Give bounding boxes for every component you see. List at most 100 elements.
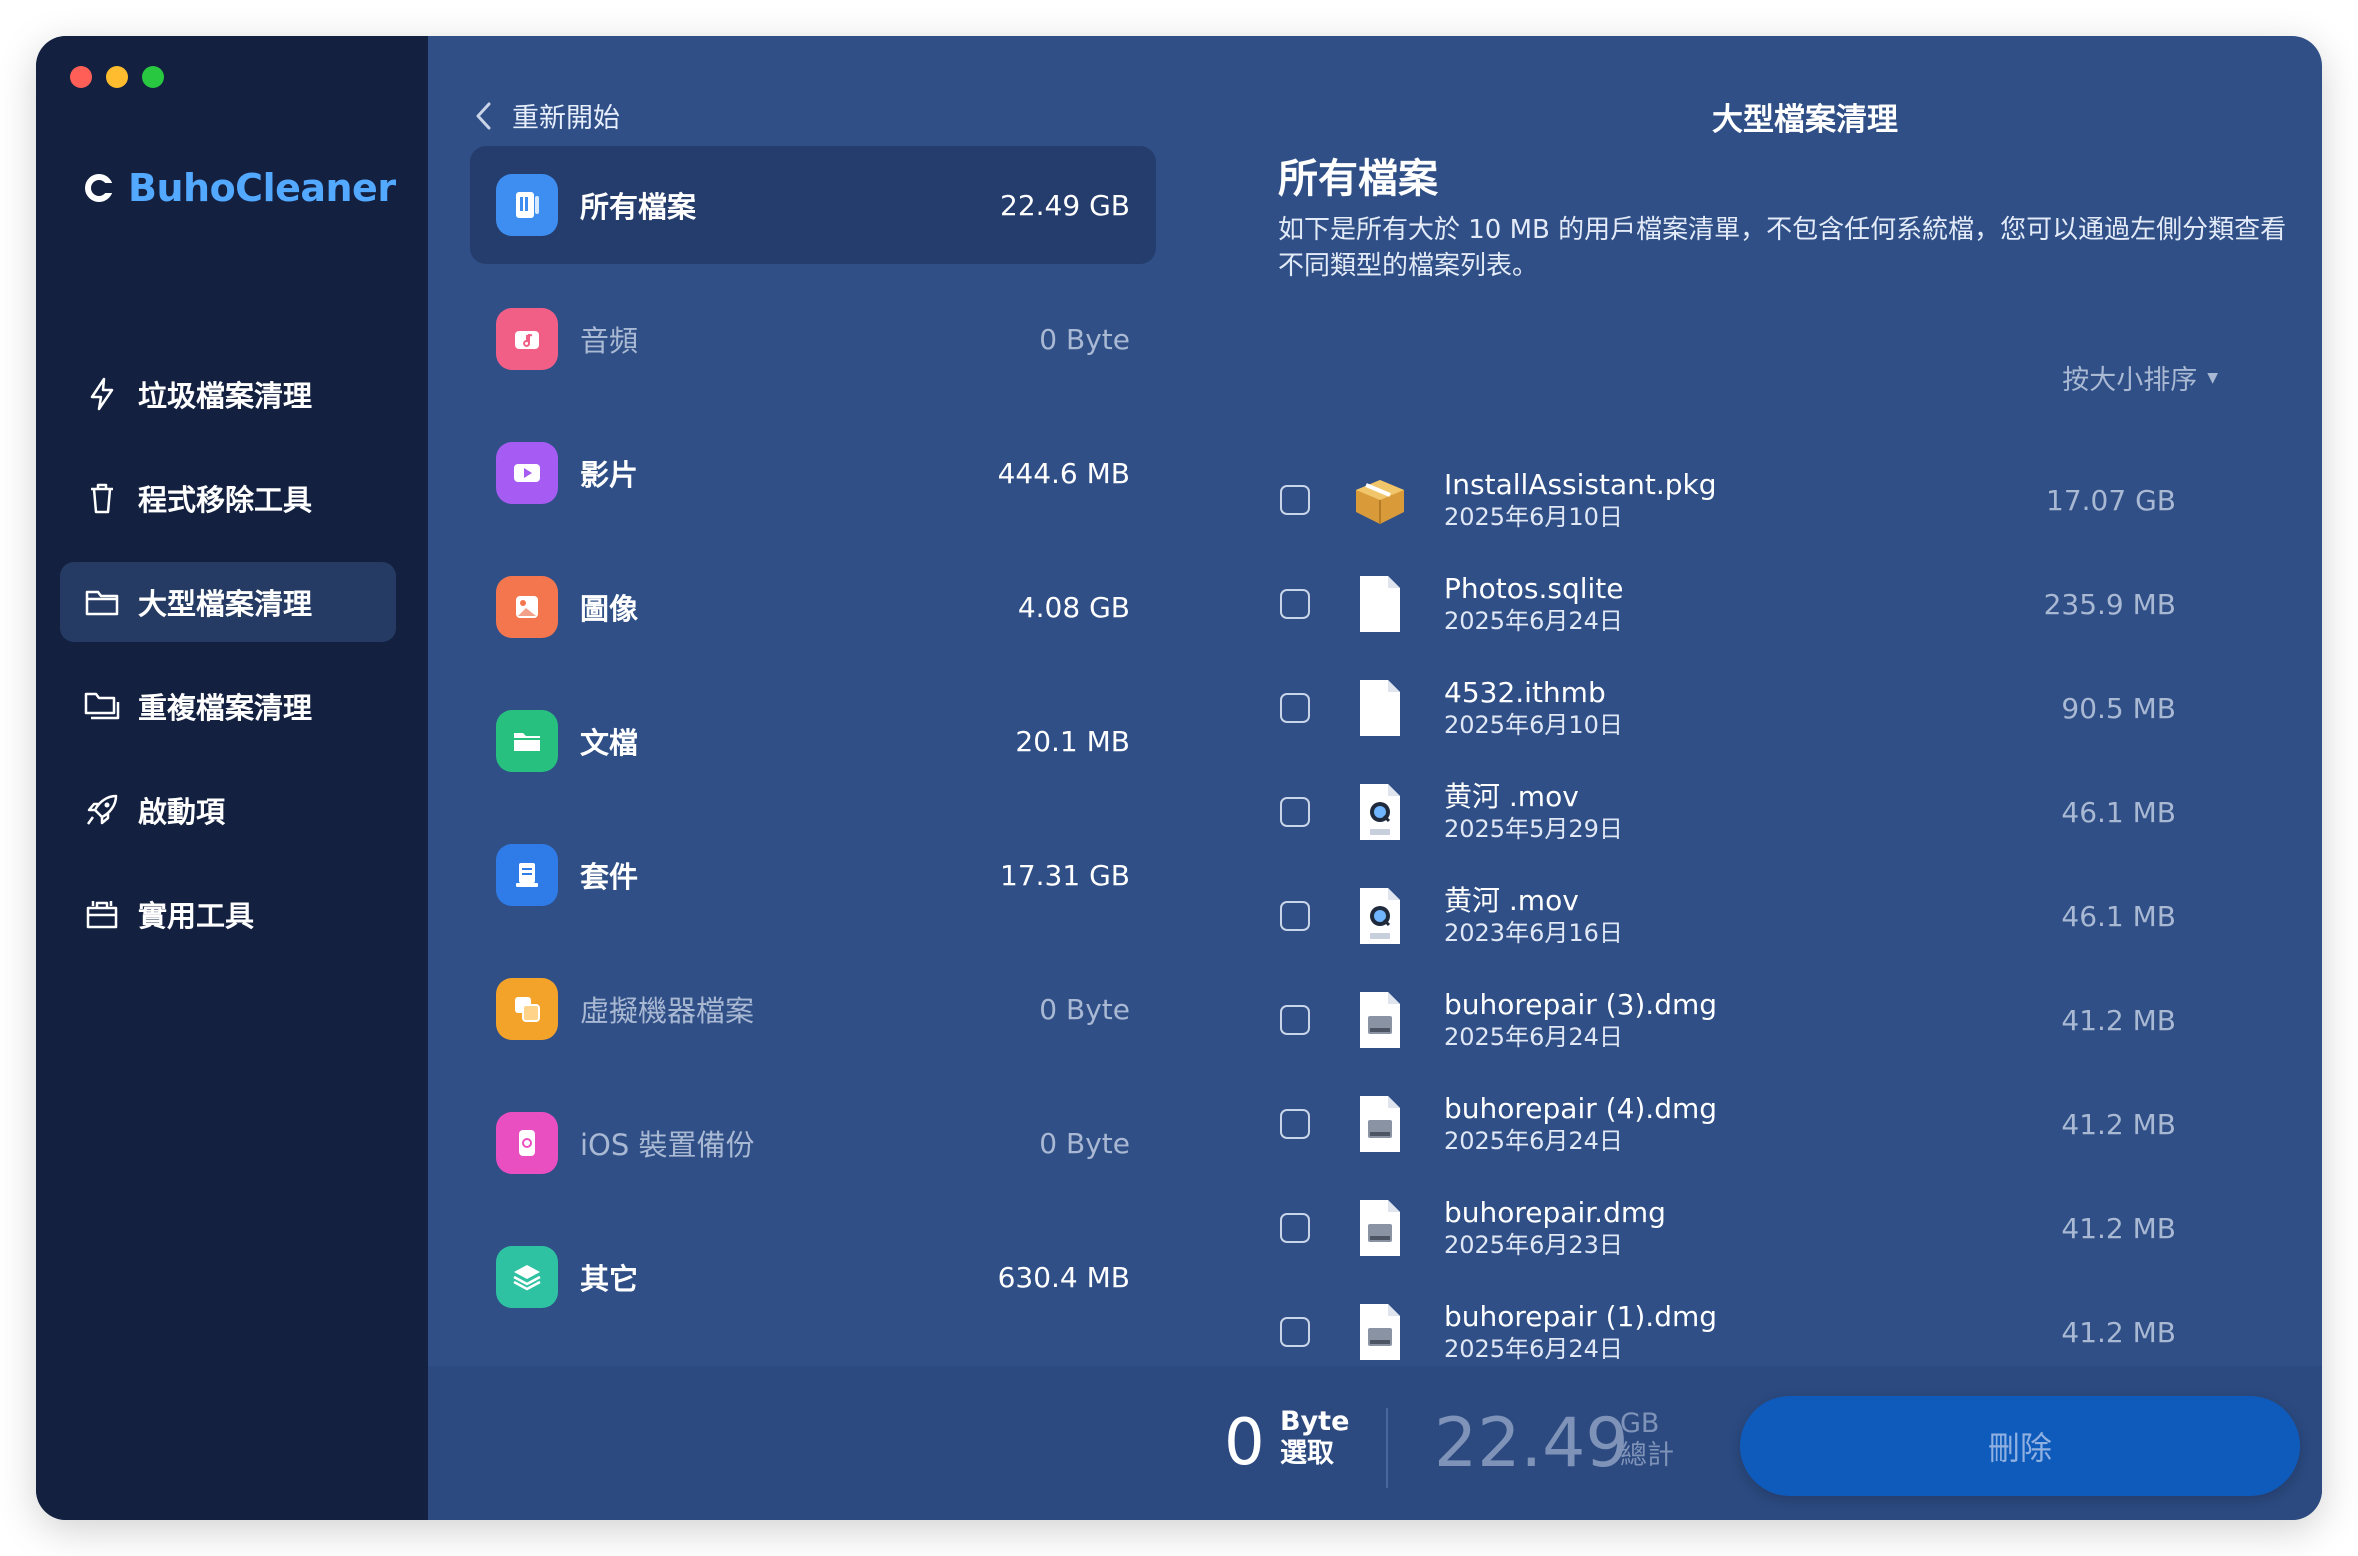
file-checkbox[interactable] xyxy=(1280,485,1310,515)
category-size: 0 Byte xyxy=(1039,992,1130,1026)
file-panel: 所有檔案 如下是所有大於 10 MB 的用戶檔案清單，不包含任何系統檔，您可以通… xyxy=(1278,36,2288,1366)
category-others[interactable]: 其它 630.4 MB xyxy=(470,1218,1156,1336)
app-window: BuhoCleaner 垃圾檔案清理 程式移除工具 大型檔案清理 重複檔案清理 … xyxy=(36,36,2322,1520)
file-size: 41.2 MB xyxy=(2061,1315,2176,1349)
folder-icon xyxy=(84,584,120,620)
dmg-file-icon xyxy=(1350,1195,1410,1261)
file-row[interactable]: buhorepair.dmg 2025年6月23日 41.2 MB xyxy=(1278,1176,2288,1280)
bolt-icon xyxy=(84,376,120,412)
total-size-value: 22.49 xyxy=(1434,1404,1629,1483)
package-icon xyxy=(496,844,558,906)
category-documents[interactable]: 文檔 20.1 MB xyxy=(470,682,1156,800)
sidebar-item-toolkit[interactable]: 實用工具 xyxy=(60,874,396,954)
sidebar-item-app-uninstaller[interactable]: 程式移除工具 xyxy=(60,458,396,538)
dmg-file-icon xyxy=(1350,987,1410,1053)
package-box-icon xyxy=(1350,467,1410,533)
category-audio[interactable]: 音頻 0 Byte xyxy=(470,280,1156,398)
file-checkbox[interactable] xyxy=(1280,1317,1310,1347)
minimize-window-button[interactable] xyxy=(106,66,128,88)
sidebar-item-label: 實用工具 xyxy=(138,899,255,933)
category-all-files[interactable]: 所有檔案 22.49 GB xyxy=(470,146,1156,264)
sidebar-item-large-files[interactable]: 大型檔案清理 xyxy=(60,562,396,642)
dmg-file-icon xyxy=(1350,1091,1410,1157)
category-packages[interactable]: 套件 17.31 GB xyxy=(470,816,1156,934)
file-size: 41.2 MB xyxy=(2061,1211,2176,1245)
all-files-icon xyxy=(496,174,558,236)
file-checkbox[interactable] xyxy=(1280,1109,1310,1139)
selected-label: 選取 xyxy=(1280,1438,1334,1469)
zoom-window-button[interactable] xyxy=(142,66,164,88)
file-checkbox[interactable] xyxy=(1280,797,1310,827)
file-row[interactable]: Photos.sqlite 2025年6月24日 235.9 MB xyxy=(1278,552,2288,656)
panel-title: 所有檔案 xyxy=(1278,156,1438,202)
file-row[interactable]: buhorepair (3).dmg 2025年6月24日 41.2 MB xyxy=(1278,968,2288,1072)
app-brand: BuhoCleaner xyxy=(82,166,396,210)
category-label: 影片 xyxy=(580,458,639,492)
sidebar-item-duplicate-files[interactable]: 重複檔案清理 xyxy=(60,666,396,746)
file-checkbox[interactable] xyxy=(1280,1005,1310,1035)
category-size: 20.1 MB xyxy=(1015,724,1130,758)
sidebar-item-startup-items[interactable]: 啟動項 xyxy=(60,770,396,850)
sidebar-nav: 垃圾檔案清理 程式移除工具 大型檔案清理 重複檔案清理 啟動項 實用工具 xyxy=(60,354,396,978)
file-row[interactable]: 黄河 .mov 2023年6月16日 46.1 MB xyxy=(1278,864,2288,968)
category-virtual-machines[interactable]: 虛擬機器檔案 0 Byte xyxy=(470,950,1156,1068)
app-name: BuhoCleaner xyxy=(128,166,396,210)
mov-file-icon xyxy=(1350,779,1410,845)
file-row[interactable]: buhorepair (4).dmg 2025年6月24日 41.2 MB xyxy=(1278,1072,2288,1176)
sort-dropdown[interactable]: 按大小排序 ▼ xyxy=(2062,358,2218,397)
close-window-button[interactable] xyxy=(70,66,92,88)
category-size: 17.31 GB xyxy=(1000,858,1130,892)
sidebar-item-label: 垃圾檔案清理 xyxy=(138,379,313,413)
category-ios-backups[interactable]: iOS 裝置備份 0 Byte xyxy=(470,1084,1156,1202)
file-checkbox[interactable] xyxy=(1280,589,1310,619)
file-size: 46.1 MB xyxy=(2061,899,2176,933)
dmg-file-icon xyxy=(1350,1299,1410,1365)
buhocleaner-logo-icon xyxy=(85,174,116,202)
delete-button[interactable]: 刪除 xyxy=(1740,1396,2300,1496)
file-checkbox[interactable] xyxy=(1280,693,1310,723)
total-size-unit-group: GB 總計 xyxy=(1620,1408,1674,1472)
ios-backup-icon xyxy=(496,1112,558,1174)
total-size-unit: GB xyxy=(1620,1408,1660,1439)
layers-icon xyxy=(496,1246,558,1308)
category-size: 630.4 MB xyxy=(997,1260,1130,1294)
footer-bar: 0 Byte 選取 22.49 GB 總計 刪除 xyxy=(428,1366,2322,1520)
file-size: 90.5 MB xyxy=(2061,691,2176,725)
documents-icon xyxy=(496,710,558,772)
file-row[interactable]: 4532.ithmb 2025年6月10日 90.5 MB xyxy=(1278,656,2288,760)
trash-icon xyxy=(84,480,120,516)
category-label: 所有檔案 xyxy=(580,190,697,224)
category-label: 音頻 xyxy=(580,324,639,358)
file-row[interactable]: InstallAssistant.pkg 2025年6月10日 17.07 GB xyxy=(1278,448,2288,552)
blank-document-icon xyxy=(1350,571,1410,637)
window-controls xyxy=(70,66,164,88)
file-list: InstallAssistant.pkg 2025年6月10日 17.07 GB… xyxy=(1278,448,2288,1384)
file-checkbox[interactable] xyxy=(1280,901,1310,931)
panel-description: 如下是所有大於 10 MB 的用戶檔案清單，不包含任何系統檔，您可以通過左側分類… xyxy=(1278,215,2287,281)
selected-size-unit-group: Byte 選取 xyxy=(1280,1406,1349,1470)
sidebar-item-label: 啟動項 xyxy=(138,795,226,829)
selected-size-unit: Byte xyxy=(1280,1406,1350,1437)
category-video[interactable]: 影片 444.6 MB xyxy=(470,414,1156,532)
category-size: 4.08 GB xyxy=(1017,590,1130,624)
category-size: 0 Byte xyxy=(1039,1126,1130,1160)
category-label: 虛擬機器檔案 xyxy=(580,994,755,1028)
file-checkbox[interactable] xyxy=(1280,1213,1310,1243)
category-label: 其它 xyxy=(580,1262,639,1296)
file-size: 46.1 MB xyxy=(2061,795,2176,829)
category-label: 文檔 xyxy=(580,726,639,760)
category-list: 所有檔案 22.49 GB 音頻 0 Byte 影片 444.6 MB 圖像 4… xyxy=(470,146,1156,1352)
file-size: 41.2 MB xyxy=(2061,1003,2176,1037)
duplicate-folder-icon xyxy=(84,688,120,724)
total-label: 總計 xyxy=(1620,1440,1674,1471)
sidebar-item-label: 程式移除工具 xyxy=(138,483,313,517)
sidebar-item-junk-cleanup[interactable]: 垃圾檔案清理 xyxy=(60,354,396,434)
blank-document-icon xyxy=(1350,675,1410,741)
file-row[interactable]: 黄河 .mov 2025年5月29日 46.1 MB xyxy=(1278,760,2288,864)
category-images[interactable]: 圖像 4.08 GB xyxy=(470,548,1156,666)
file-size: 41.2 MB xyxy=(2061,1107,2176,1141)
virtual-machine-icon xyxy=(496,978,558,1040)
video-icon xyxy=(496,442,558,504)
selected-size-value: 0 xyxy=(1224,1406,1265,1480)
sidebar-item-label: 重複檔案清理 xyxy=(138,691,313,725)
